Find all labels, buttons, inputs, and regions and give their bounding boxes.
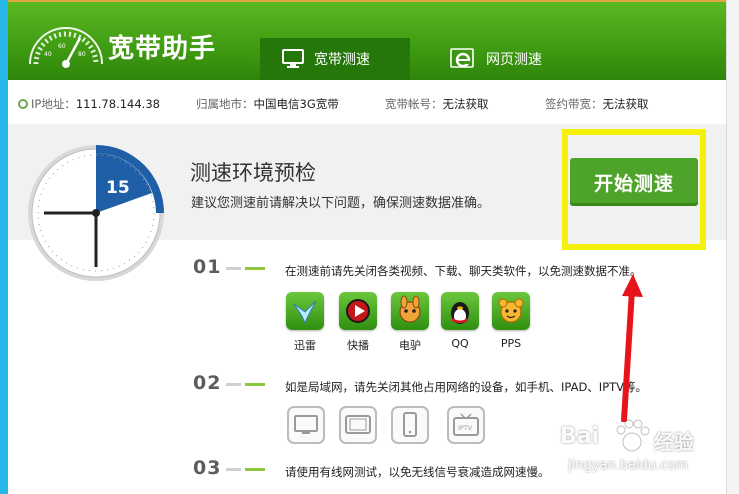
step-divider-accent	[245, 468, 265, 471]
watermark-url: jingyan.baidu.com	[568, 458, 688, 473]
app-header: 60 40 80 宽带助手 宽带测速 网页测速	[8, 2, 726, 80]
speedometer-logo-icon: 60 40 80	[29, 27, 103, 68]
region-value: 中国电信3G宽带	[253, 97, 339, 111]
tab-broadband-speed[interactable]: 宽带测速	[260, 38, 410, 80]
monitor-icon	[282, 49, 304, 68]
location-pin-icon	[18, 99, 28, 109]
app-label: PPS	[500, 337, 522, 350]
start-test-button[interactable]: 开始测速	[570, 158, 698, 206]
phone-icon	[403, 412, 417, 437]
precheck-subtext: 建议您测速前请解决以下问题，确保测速数据准确。	[191, 196, 491, 211]
pps-mascot-icon	[498, 298, 524, 323]
emule-donkey-icon	[399, 295, 421, 323]
kuaibo-app-icon	[339, 292, 377, 330]
tablet-landscape-icon	[345, 415, 371, 434]
tab-web-speed[interactable]: 网页测速	[428, 38, 578, 80]
xunlei-bird-icon	[293, 300, 317, 325]
connection-info-bar: IP地址：111.78.144.38 归属地市：中国电信3G宽带 宽带帐号：无法…	[8, 80, 726, 125]
bandwidth-info: 签约带宽：无法获取	[545, 96, 649, 112]
ip-value: 111.78.144.38	[75, 97, 160, 111]
step-divider-accent	[245, 267, 265, 270]
pps-app-icon	[492, 292, 530, 330]
svg-text:60: 60	[58, 43, 66, 50]
step-text: 请使用有线网测试，以免无线信号衰减造成网速慢。	[285, 465, 550, 479]
step-divider	[226, 267, 241, 270]
ip-label: IP地址：	[31, 97, 76, 111]
paw-icon	[616, 419, 650, 452]
app-label: 快播	[347, 339, 369, 352]
step-number: 02	[193, 372, 222, 394]
iptv-device-icon: IPTV	[447, 406, 485, 444]
phone-device-icon	[391, 406, 429, 444]
qq-app-icon	[441, 292, 479, 330]
emule-app-icon	[391, 292, 429, 330]
bandwidth-label: 签约带宽：	[545, 97, 603, 111]
iptv-label: IPTV	[458, 424, 473, 432]
xunlei-app-icon	[286, 292, 324, 330]
step-number: 03	[193, 457, 222, 479]
account-info: 宽带帐号：无法获取	[385, 96, 489, 112]
baidu-watermark: Bai 经验 jingyan.baidu.com	[560, 410, 730, 488]
stopwatch-icon: 15	[28, 145, 164, 281]
svg-text:80: 80	[78, 51, 86, 58]
ip-info: IP地址：111.78.144.38	[18, 96, 160, 112]
step-text: 在测速前请先关闭各类视频、下载、聊天类软件，以免测速数据不准。	[285, 264, 642, 278]
step-text: 如是局域网，请先关闭其他占用网络的设备，如手机、IPAD、IPTV等。	[285, 380, 648, 394]
desktop-monitor-icon	[294, 415, 318, 434]
precheck-heading: 测速环境预检	[190, 161, 316, 185]
browser-e-icon	[450, 48, 474, 68]
step-number: 01	[193, 256, 222, 278]
watermark-brand-right: 经验	[654, 430, 694, 454]
iptv-icon: IPTV	[453, 413, 479, 436]
watermark-brand: Bai	[560, 424, 600, 449]
step-divider	[226, 383, 241, 386]
account-label: 宽带帐号：	[385, 97, 443, 111]
kuaibo-play-icon	[346, 299, 370, 323]
tablet-device-icon	[339, 406, 377, 444]
region-label: 归属地市：	[196, 97, 254, 111]
tab-label: 网页测速	[486, 52, 542, 68]
region-info: 归属地市：中国电信3G宽带	[196, 96, 339, 112]
qq-penguin-icon	[451, 302, 469, 324]
left-window-strip	[0, 0, 8, 494]
stopwatch-value: 15	[106, 178, 130, 198]
app-label: 迅雷	[294, 339, 316, 352]
step-divider	[226, 468, 241, 471]
account-value: 无法获取	[442, 97, 489, 111]
bandwidth-value: 无法获取	[602, 97, 649, 111]
tab-label: 宽带测速	[314, 52, 370, 68]
step-divider-accent	[245, 383, 265, 386]
app-title: 宽带助手	[108, 34, 217, 64]
desktop-device-icon	[287, 406, 325, 444]
svg-text:40: 40	[44, 51, 52, 58]
red-arrow-annotation	[621, 274, 643, 422]
